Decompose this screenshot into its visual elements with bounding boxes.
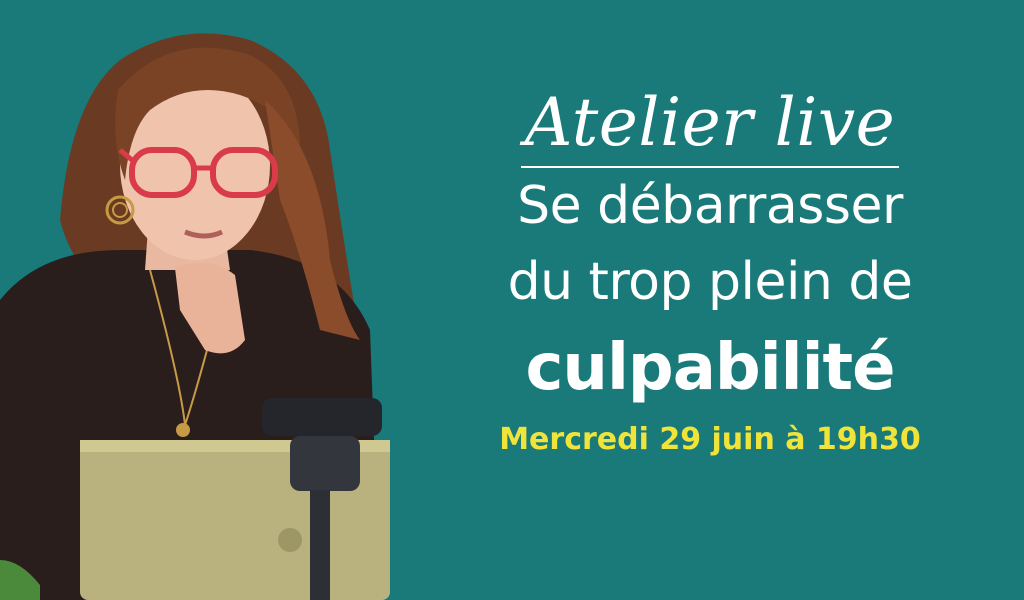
title-line-1: Se débarrasser <box>517 176 903 236</box>
event-banner: { "banner": { "kicker": "Atelier live", … <box>0 0 1024 600</box>
event-type: Atelier live <box>520 80 900 168</box>
title-line-2: du trop plein de <box>507 252 913 312</box>
title-line-3: culpabilité <box>525 331 895 405</box>
event-date: Mercredi 29 juin à 19h30 <box>499 422 921 457</box>
event-text: Atelier live Se débarrasser du trop plei… <box>410 80 1010 460</box>
presenter-photo <box>0 0 420 600</box>
